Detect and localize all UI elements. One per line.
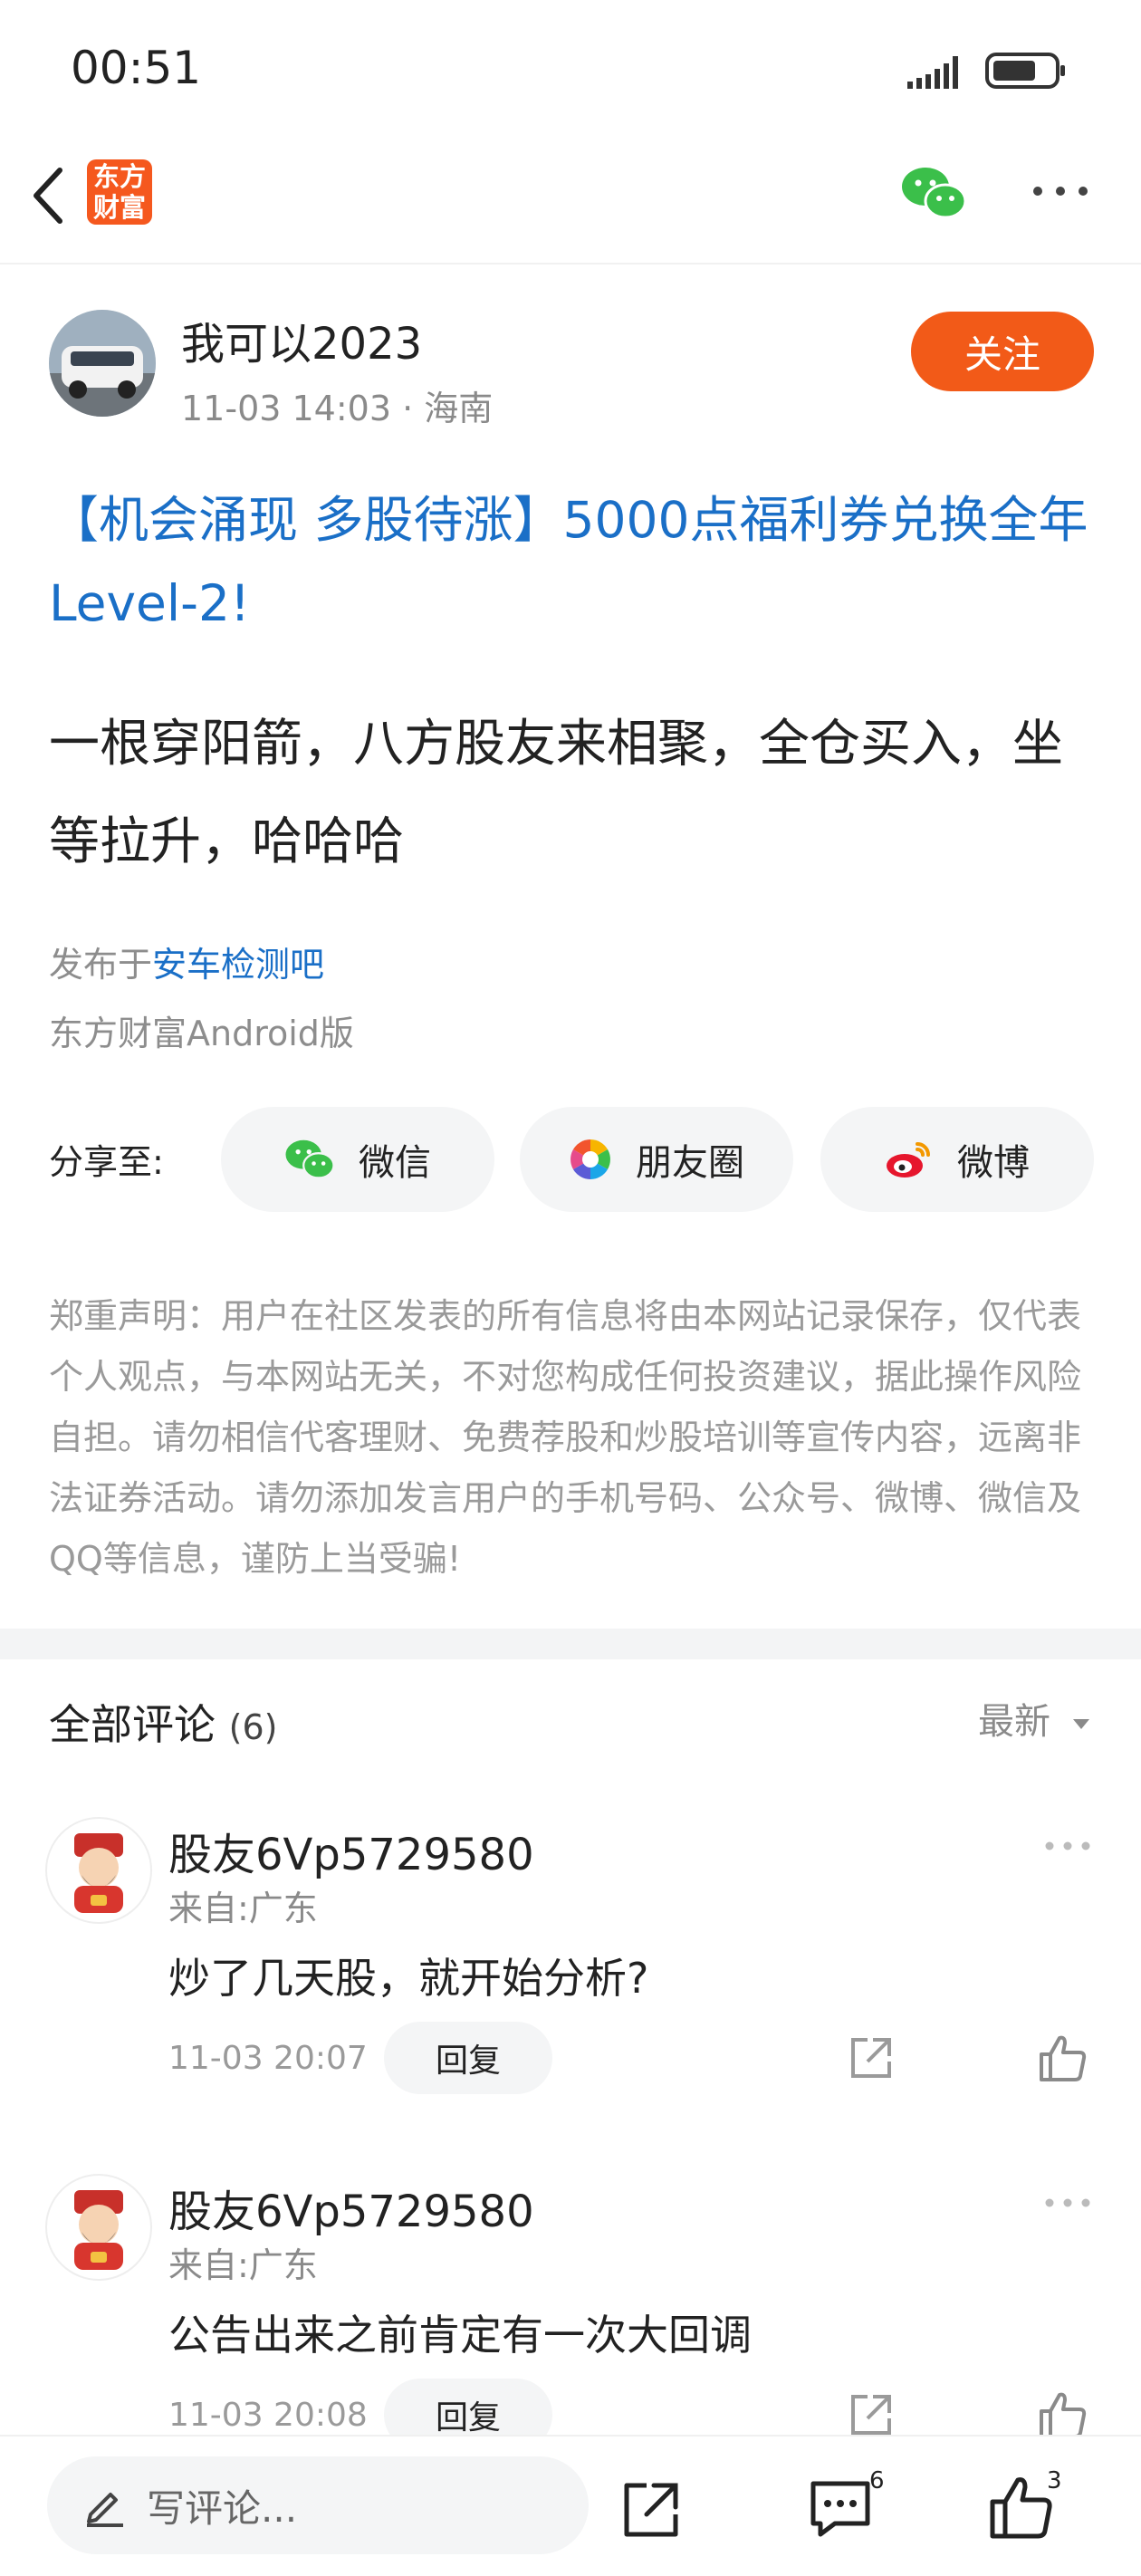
sort-dropdown[interactable]: 最新 (978, 1692, 1091, 1745)
more-icon[interactable] (1029, 178, 1092, 205)
share-wechat-button[interactable]: 微信 (221, 1107, 494, 1212)
comment-avatar[interactable] (45, 1817, 152, 1924)
comment-like-icon[interactable] (1038, 2389, 1088, 2440)
comment-more-icon[interactable] (1043, 2194, 1092, 2212)
author-location: 海南 (424, 389, 494, 428)
comment-location: 来自:广东 (168, 2245, 318, 2285)
comment-time: 11-03 20:08 (168, 2397, 368, 2434)
author-avatar[interactable] (49, 310, 156, 417)
follow-button[interactable]: 关注 (911, 312, 1094, 391)
comments-header: 全部评论 (6) (49, 1692, 277, 1752)
published-in: 发布于安车检测吧 (49, 937, 324, 986)
comment-time: 11-03 20:07 (168, 2040, 368, 2077)
post-meta: 11-03 14:03 · 海南 (181, 380, 493, 430)
comments-title: 全部评论 (49, 1700, 216, 1749)
share-label: 分享至: (49, 1142, 164, 1182)
signal-icon (907, 56, 958, 89)
comment-location: 来自:广东 (168, 1889, 318, 1928)
author-name[interactable]: 我可以2023 (181, 308, 422, 371)
client-source: 东方财富Android版 (49, 1014, 354, 1053)
post-date: 11-03 14:03 (181, 389, 392, 428)
post-title[interactable]: 【机会涌现 多股待涨】5000点福利券兑换全年Level-2! (49, 478, 1090, 645)
battery-icon (985, 53, 1065, 89)
wechat-icon (285, 1139, 335, 1179)
status-time: 00:51 (71, 42, 202, 94)
published-prefix: 发布于 (49, 945, 153, 985)
section-divider (0, 1629, 1141, 1659)
share-wechat-label: 微信 (359, 1142, 431, 1184)
comment-text[interactable]: 公告出来之前肯定有一次大回调 (168, 2302, 752, 2362)
reply-button[interactable]: 回复 (384, 2022, 552, 2094)
comment-user[interactable]: 股友6Vp5729580 (168, 2176, 534, 2239)
comment-input[interactable]: 写评论... (47, 2456, 589, 2554)
sort-label: 最新 (978, 1701, 1050, 1743)
comments-count: (6) (228, 1707, 278, 1747)
caishen-avatar-icon (74, 2190, 123, 2270)
post-body: 一根穿阳箭，八方股友来相聚，全仓买入，坐等拉升，哈哈哈 (49, 715, 1063, 871)
caret-down-icon (1072, 1719, 1089, 1729)
app-logo[interactable]: 东方 财富 (87, 159, 152, 225)
bar-link[interactable]: 安车检测吧 (152, 945, 324, 985)
comment-icon[interactable] (808, 2478, 873, 2540)
pencil-icon (87, 2493, 123, 2527)
like-icon[interactable] (989, 2475, 1054, 2540)
share-moments-label: 朋友圈 (636, 1142, 744, 1184)
comment-user[interactable]: 股友6Vp5729580 (168, 1819, 534, 1882)
comment-share-icon[interactable] (848, 2034, 895, 2081)
comment-more-icon[interactable] (1043, 1837, 1092, 1855)
meta-separator: · (402, 389, 425, 428)
back-icon[interactable] (22, 161, 76, 230)
caishen-avatar-icon (74, 1833, 123, 1913)
nav-bar (0, 145, 1141, 264)
share-weibo-label: 微博 (957, 1142, 1030, 1184)
comment-text[interactable]: 炒了几天股，就开始分析? (168, 1946, 648, 2005)
disclaimer: 郑重声明：用户在社区发表的所有信息将由本网站记录保存，仅代表个人观点，与本网站无… (49, 1296, 1082, 1579)
comment-count-badge: 6 (869, 2467, 885, 2494)
moments-icon (570, 1139, 610, 1179)
share-moments-button[interactable]: 朋友圈 (520, 1107, 793, 1212)
weibo-icon (887, 1142, 930, 1177)
comment-avatar[interactable] (45, 2174, 152, 2281)
like-count-badge: 3 (1047, 2467, 1062, 2494)
comment-like-icon[interactable] (1038, 2033, 1088, 2083)
share-weibo-button[interactable]: 微博 (820, 1107, 1094, 1212)
share-icon[interactable] (621, 2480, 681, 2540)
comment-share-icon[interactable] (848, 2391, 895, 2438)
wechat-share-icon[interactable] (900, 165, 967, 221)
